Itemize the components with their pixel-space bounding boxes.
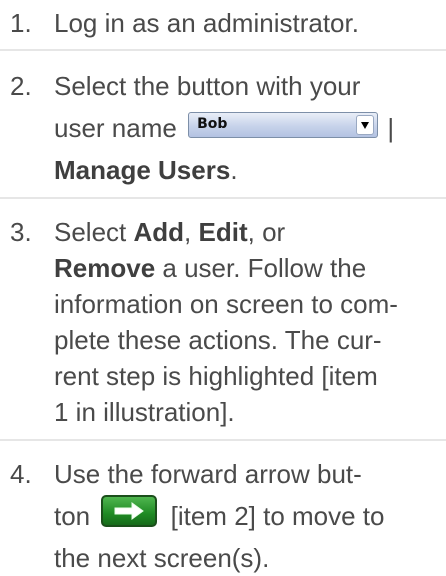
step-line: Use the forward arrow but- <box>54 459 362 489</box>
step-line: Manage Users. <box>54 152 440 188</box>
edit-label: Edit <box>198 217 248 247</box>
step-line: Select Add, Edit, or <box>54 214 440 250</box>
divider <box>0 49 446 51</box>
arrow-right-icon <box>114 502 145 520</box>
step-3: 3. Select Add, Edit, or Remove a user. F… <box>0 214 446 430</box>
remove-label: Remove <box>54 253 156 283</box>
divider <box>0 439 446 441</box>
user-name-value: Bob <box>197 116 228 132</box>
step-4: 4. Use the forward arrow but- ton [item … <box>0 456 446 576</box>
step-text: , or <box>247 217 286 247</box>
add-label: Add <box>133 217 185 247</box>
instruction-steps: 1. Log in as an administrator. 2. Select… <box>0 5 446 576</box>
step-line: ton [item 2] to move to <box>54 492 440 540</box>
step-number: 1. <box>10 8 32 38</box>
manage-users-label: Manage Users <box>54 155 231 185</box>
step-number: 2. <box>10 71 32 101</box>
step-line: Select the button with your <box>54 71 361 101</box>
step-2: 2. Select the button with your user name… <box>0 68 446 188</box>
step-text: [item 2] to move to <box>170 501 385 531</box>
user-name-select[interactable]: Bob <box>188 112 379 138</box>
step-text: Select <box>54 217 127 247</box>
step-line: the next screen(s). <box>54 543 270 573</box>
step-number: 3. <box>10 217 32 247</box>
step-text: . <box>230 155 238 185</box>
step-number: 4. <box>10 459 32 489</box>
step-text: ton <box>54 501 91 531</box>
step-line: Remove a user. Follow the information on… <box>54 250 440 430</box>
step-text: user name <box>54 113 177 143</box>
triangle-down-icon <box>356 115 375 135</box>
step-line: user name Bob | <box>54 104 440 152</box>
step-1: 1. Log in as an administrator. <box>0 5 446 41</box>
divider <box>0 197 446 199</box>
step-text: , <box>184 217 192 247</box>
separator: | <box>387 113 395 143</box>
step-text: Log in as an administrator. <box>54 8 359 38</box>
